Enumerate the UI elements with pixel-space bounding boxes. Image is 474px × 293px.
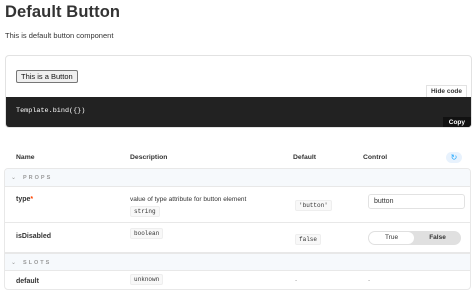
default-value: 'button': [295, 200, 332, 211]
table-row-default: default unknown - -: [5, 271, 470, 289]
demo-button[interactable]: This is a Button: [16, 70, 78, 83]
section-slots[interactable]: ⌄ SLOTS: [5, 253, 470, 271]
column-header-name: Name: [16, 154, 35, 161]
table-row-isdisabled: isDisabled boolean false True False: [5, 223, 470, 253]
code-block: Template.bind({}) Copy: [6, 97, 471, 127]
type-pill: boolean: [130, 228, 164, 239]
prop-description: value of type attribute for button eleme…: [130, 196, 247, 203]
section-label-slots: SLOTS: [23, 260, 52, 266]
code-text: Template.bind({}): [16, 107, 86, 115]
args-table: ⌄ PROPS type* value of type attribute fo…: [4, 168, 471, 290]
type-pill: unknown: [130, 274, 164, 285]
isdisabled-toggle[interactable]: True False: [368, 231, 461, 245]
copy-button[interactable]: Copy: [442, 117, 471, 127]
table-row-type: type* value of type attribute for button…: [5, 187, 470, 223]
story-preview-panel: This is a Button Hide code Template.bind…: [5, 55, 472, 128]
section-props[interactable]: ⌄ PROPS: [5, 169, 470, 187]
slot-name: default: [16, 278, 39, 285]
hide-code-button[interactable]: Hide code: [425, 85, 467, 97]
column-header-description: Description: [130, 154, 168, 161]
toggle-option-false[interactable]: False: [415, 232, 460, 244]
column-header-default: Default: [293, 154, 317, 161]
chevron-down-icon: ⌄: [11, 175, 17, 181]
required-marker: *: [30, 196, 34, 203]
default-value: -: [295, 277, 298, 284]
prop-name: isDisabled: [16, 233, 52, 240]
type-control-input[interactable]: button: [368, 194, 465, 209]
page-title: Default Button: [5, 3, 121, 21]
page-subtitle: This is default button component: [5, 31, 114, 40]
type-pill: string: [130, 206, 160, 217]
toggle-option-true[interactable]: True: [369, 232, 414, 244]
section-label-props: PROPS: [23, 175, 53, 181]
reset-icon[interactable]: ↻: [446, 152, 462, 163]
default-value: false: [295, 234, 322, 245]
control-value: -: [368, 277, 371, 284]
chevron-down-icon: ⌄: [11, 260, 17, 266]
column-header-control: Control: [363, 154, 388, 161]
prop-name: type*: [16, 196, 34, 203]
